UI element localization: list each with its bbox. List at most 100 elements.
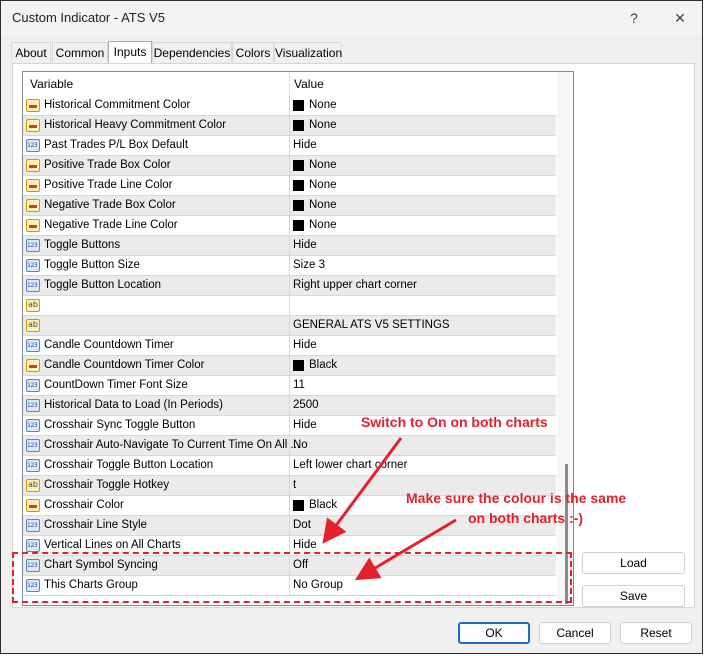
variable-name: Crosshair Toggle Hotkey xyxy=(44,479,170,491)
cell-separator xyxy=(289,436,290,456)
variable-value[interactable]: Dot xyxy=(293,519,311,531)
variable-value[interactable]: Hide xyxy=(293,239,317,251)
variable-value[interactable]: None xyxy=(309,219,337,231)
table-row[interactable]: Historical Commitment Color None xyxy=(23,96,556,116)
cell-separator xyxy=(289,476,290,496)
cell-separator xyxy=(289,376,290,396)
table-row[interactable]: Positive Trade Box Color None xyxy=(23,156,556,176)
variable-name: Candle Countdown Timer Color xyxy=(44,359,205,371)
number-icon xyxy=(26,279,40,292)
text-icon xyxy=(26,479,40,492)
table-row[interactable]: Toggle Buttons Hide xyxy=(23,236,556,256)
save-button[interactable]: Save xyxy=(582,585,685,607)
table-row[interactable]: Candle Countdown Timer Hide xyxy=(23,336,556,356)
variable-value[interactable]: Black xyxy=(309,499,337,511)
color-icon xyxy=(26,499,40,512)
cell-separator xyxy=(289,256,290,276)
variable-name: Crosshair Toggle Button Location xyxy=(44,459,214,471)
color-swatch[interactable] xyxy=(293,180,304,191)
table-row[interactable] xyxy=(23,296,556,316)
variable-value[interactable]: None xyxy=(309,99,337,111)
table-row[interactable]: Negative Trade Box Color None xyxy=(23,196,556,216)
cell-separator xyxy=(289,356,290,376)
variable-value[interactable]: t xyxy=(293,479,296,491)
variable-value[interactable]: Black xyxy=(309,359,337,371)
color-swatch[interactable] xyxy=(293,220,304,231)
variable-value[interactable]: None xyxy=(309,179,337,191)
variable-name: Positive Trade Box Color xyxy=(44,159,171,171)
variable-value[interactable]: Hide xyxy=(293,339,317,351)
number-icon xyxy=(26,419,40,432)
table-row[interactable]: Toggle Button Size Size 3 xyxy=(23,256,556,276)
column-header-value[interactable]: Value xyxy=(294,77,324,91)
number-icon xyxy=(26,239,40,252)
tab-about[interactable]: About xyxy=(11,42,51,62)
number-icon xyxy=(26,139,40,152)
variable-value[interactable]: 2500 xyxy=(293,399,319,411)
text-icon xyxy=(26,319,40,332)
variable-name: Historical Data to Load (In Periods) xyxy=(44,399,223,411)
variable-name: Positive Trade Line Color xyxy=(44,179,173,191)
tab-dependencies[interactable]: Dependencies xyxy=(152,42,232,62)
variable-name: Candle Countdown Timer xyxy=(44,339,174,351)
table-row[interactable]: Historical Data to Load (In Periods) 2500 xyxy=(23,396,556,416)
color-swatch[interactable] xyxy=(293,160,304,171)
cell-separator xyxy=(289,296,290,316)
close-icon[interactable]: ✕ xyxy=(668,7,692,29)
column-separator[interactable] xyxy=(289,72,290,96)
highlight-box xyxy=(12,552,572,603)
variable-value[interactable]: None xyxy=(309,159,337,171)
variable-value[interactable]: 11 xyxy=(293,379,305,391)
ok-button[interactable]: OK xyxy=(458,622,530,644)
variable-name: Crosshair Sync Toggle Button xyxy=(44,419,196,431)
annotation-colour-line1: Make sure the colour is the same xyxy=(406,490,627,506)
tab-inputs[interactable]: Inputs xyxy=(108,41,152,63)
variable-value[interactable]: Hide xyxy=(293,419,317,431)
table-row[interactable]: Crosshair Auto-Navigate To Current Time … xyxy=(23,436,556,456)
variable-value[interactable]: Hide xyxy=(293,139,317,151)
table-row[interactable]: Toggle Button Location Right upper chart … xyxy=(23,276,556,296)
variable-value[interactable]: Left lower chart corner xyxy=(293,459,407,471)
table-row[interactable]: Past Trades P/L Box Default Hide xyxy=(23,136,556,156)
column-header-variable[interactable]: Variable xyxy=(30,77,73,91)
color-swatch[interactable] xyxy=(293,120,304,131)
grid-header: Variable Value xyxy=(23,72,556,97)
number-icon xyxy=(26,519,40,532)
cell-separator xyxy=(289,96,290,116)
cell-separator xyxy=(289,216,290,236)
tab-common[interactable]: Common xyxy=(52,42,108,62)
color-icon xyxy=(26,219,40,232)
tab-colors[interactable]: Colors xyxy=(232,42,274,62)
table-row[interactable]: Candle Countdown Timer Color Black xyxy=(23,356,556,376)
cell-separator xyxy=(289,416,290,436)
number-icon xyxy=(26,459,40,472)
number-icon xyxy=(26,399,40,412)
table-row[interactable]: CountDown Timer Font Size 11 xyxy=(23,376,556,396)
color-swatch[interactable] xyxy=(293,100,304,111)
variable-value[interactable]: Right upper chart corner xyxy=(293,279,417,291)
reset-button[interactable]: Reset xyxy=(620,622,692,644)
table-row[interactable]: Historical Heavy Commitment Color None xyxy=(23,116,556,136)
variable-value[interactable]: No xyxy=(293,439,308,451)
table-row[interactable]: Negative Trade Line Color None xyxy=(23,216,556,236)
color-icon xyxy=(26,119,40,132)
cancel-button[interactable]: Cancel xyxy=(539,622,611,644)
variable-name: Historical Commitment Color xyxy=(44,99,191,111)
color-swatch[interactable] xyxy=(293,360,304,371)
table-row[interactable]: Crosshair Toggle Button Location Left low… xyxy=(23,456,556,476)
tab-visualization[interactable]: Visualization xyxy=(274,42,342,62)
variable-value[interactable]: None xyxy=(309,119,337,131)
variable-name: Toggle Button Location xyxy=(44,279,162,291)
annotation-switch-on: Switch to On on both charts xyxy=(361,414,548,430)
table-row[interactable]: Positive Trade Line Color None xyxy=(23,176,556,196)
variable-value[interactable]: Hide xyxy=(293,539,317,551)
help-icon[interactable]: ? xyxy=(622,7,646,29)
cell-separator xyxy=(289,276,290,296)
variable-value[interactable]: GENERAL ATS V5 SETTINGS xyxy=(293,319,450,331)
color-swatch[interactable] xyxy=(293,500,304,511)
table-row[interactable]: GENERAL ATS V5 SETTINGS xyxy=(23,316,556,336)
variable-value[interactable]: None xyxy=(309,199,337,211)
color-swatch[interactable] xyxy=(293,200,304,211)
variable-value[interactable]: Size 3 xyxy=(293,259,325,271)
load-button[interactable]: Load xyxy=(582,552,685,574)
